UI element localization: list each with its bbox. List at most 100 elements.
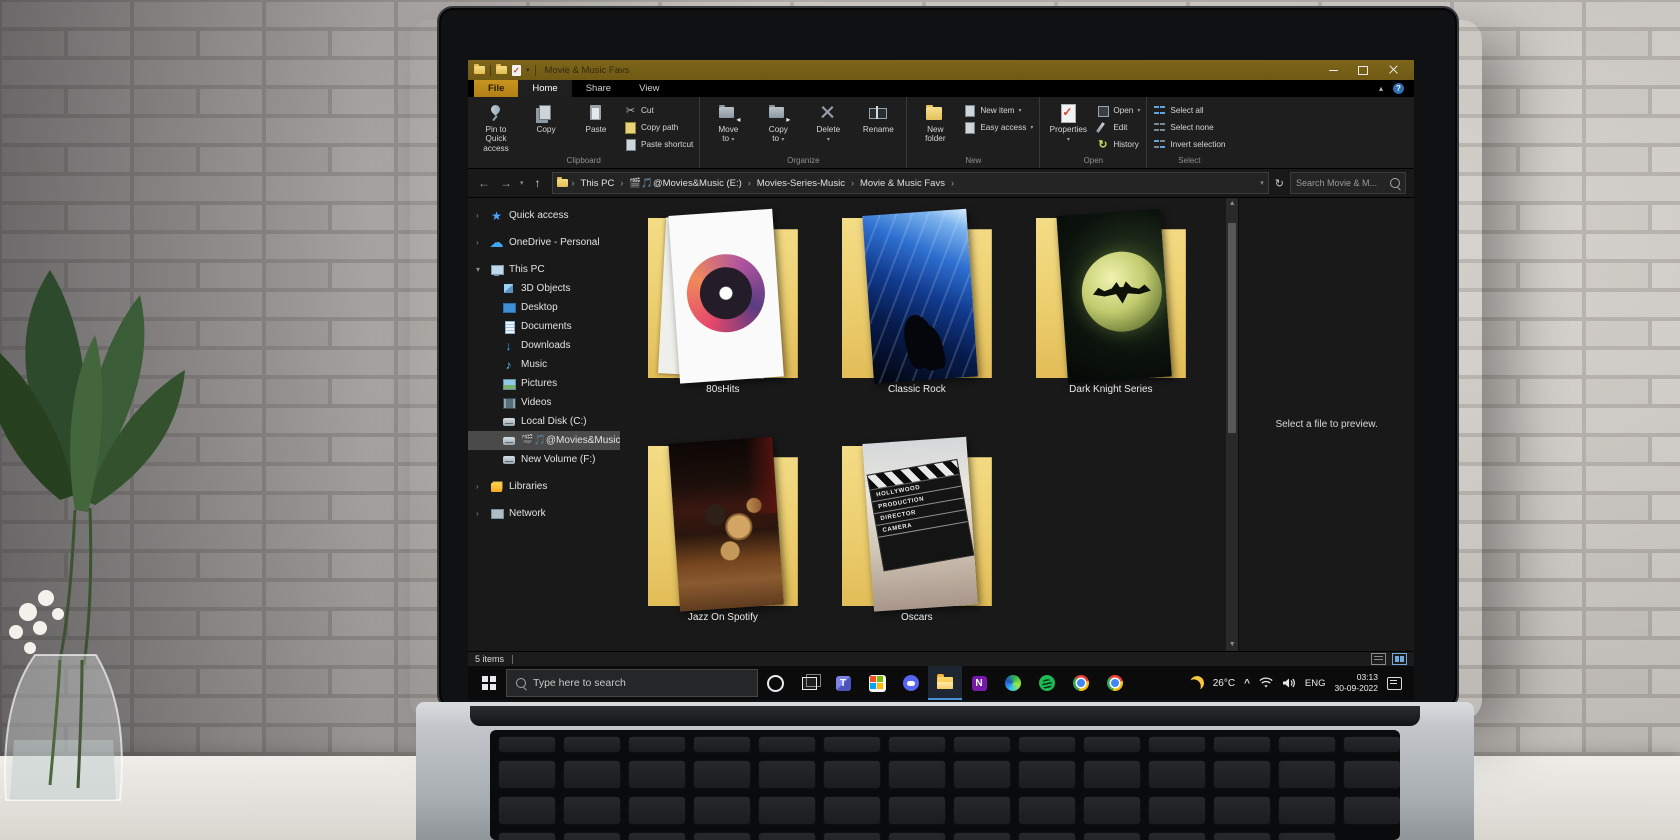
cut-button[interactable]: ✂ Cut (624, 104, 693, 117)
breadcrumb-drive[interactable]: 🎬🎵@Movies&Music (E:) (627, 178, 743, 189)
refresh-icon[interactable]: ↻ (1275, 177, 1284, 190)
qat-dropdown-icon[interactable]: ▾ (526, 66, 530, 74)
address-bar[interactable]: › This PC › 🎬🎵@Movies&Music (E:) › Movie… (551, 172, 1269, 194)
taskbar-search-input[interactable]: Type here to search (506, 669, 758, 697)
new-item-button[interactable]: New item ▾ (963, 104, 1033, 117)
collapse-ribbon-icon[interactable]: ▴ (1379, 84, 1383, 93)
qat-properties-icon[interactable] (512, 64, 521, 76)
sidebar-item-desktop[interactable]: Desktop (468, 298, 620, 317)
easy-access-icon (963, 121, 976, 134)
recent-locations-icon[interactable]: ▾ (520, 179, 524, 187)
scrollbar-thumb[interactable] (1228, 223, 1237, 433)
sidebar-item-local-disk-c[interactable]: Local Disk (C:) (468, 412, 620, 431)
address-dropdown-icon[interactable]: ▾ (1260, 179, 1264, 187)
paste-button[interactable]: Paste (574, 100, 618, 134)
pin-to-quick-access-button[interactable]: Pin to Quick access (474, 100, 518, 153)
explorer-search-input[interactable]: Search Movie & M... (1290, 172, 1406, 194)
folder-thumbnail-clapperboard: HOLLYWOOD PRODUCTION DIRECTOR CAMERA (862, 436, 978, 612)
breadcrumb-this-pc[interactable]: This PC (579, 178, 617, 189)
file-explorer-button[interactable] (928, 666, 962, 700)
expander-icon[interactable]: › (476, 238, 484, 247)
new-folder-button[interactable]: New folder (913, 100, 957, 144)
notification-center-icon[interactable] (1387, 676, 1402, 690)
sidebar-item-this-pc[interactable]: ▾ This PC (468, 260, 620, 279)
volume-icon[interactable] (1282, 677, 1296, 689)
network-icon (490, 507, 504, 520)
invert-selection-button[interactable]: Invert selection (1153, 138, 1225, 151)
weather-temperature[interactable]: 26°C (1213, 678, 1235, 689)
chrome-button[interactable] (1064, 666, 1098, 700)
qat-folder-icon[interactable] (474, 64, 485, 74)
qat-folder-icon-2[interactable] (496, 64, 507, 74)
folder-jazz-on-spotify[interactable]: Jazz On Spotify (647, 436, 798, 630)
sidebar-item-3d-objects[interactable]: 3D Objects (468, 279, 620, 298)
edit-button[interactable]: Edit (1096, 121, 1140, 134)
cortana-button[interactable] (758, 666, 792, 700)
edge-button[interactable] (996, 666, 1030, 700)
discord-button[interactable] (894, 666, 928, 700)
vertical-scrollbar[interactable]: ▲ ▼ (1226, 198, 1239, 651)
expander-icon[interactable]: ▾ (476, 265, 484, 274)
delete-button[interactable]: Delete ▾ (806, 100, 850, 144)
language-indicator[interactable]: ENG (1305, 678, 1326, 689)
minimize-button[interactable] (1318, 60, 1348, 80)
easy-access-button[interactable]: Easy access ▾ (963, 121, 1033, 134)
sidebar-item-new-volume-f[interactable]: New Volume (F:) (468, 450, 620, 469)
copy-button[interactable]: Copy (524, 100, 568, 134)
scroll-up-icon[interactable]: ▲ (1229, 199, 1236, 209)
select-all-button[interactable]: Select all (1153, 104, 1225, 117)
tab-view[interactable]: View (625, 80, 673, 97)
tab-file[interactable]: File (474, 80, 519, 97)
browser-button[interactable] (1098, 666, 1132, 700)
maximize-button[interactable] (1348, 60, 1378, 80)
sidebar-item-videos[interactable]: Videos (468, 393, 620, 412)
folder-dark-knight-series[interactable]: Dark Knight Series (1035, 208, 1186, 402)
wifi-icon[interactable] (1259, 677, 1273, 689)
microsoft-store-button[interactable] (860, 666, 894, 700)
taskbar-clock[interactable]: 03:13 30-09-2022 (1335, 672, 1378, 693)
select-none-button[interactable]: Select none (1153, 121, 1225, 134)
folder-oscars[interactable]: HOLLYWOOD PRODUCTION DIRECTOR CAMERA Osc… (841, 436, 992, 630)
large-icons-view-icon[interactable] (1392, 653, 1407, 665)
teams-button[interactable] (826, 666, 860, 700)
sidebar-item-onedrive[interactable]: › ☁ OneDrive - Personal (468, 233, 620, 252)
expander-icon[interactable]: › (476, 482, 484, 491)
breadcrumb-movies-series-music[interactable]: Movies-Series-Music (755, 178, 847, 189)
tab-share[interactable]: Share (572, 80, 625, 97)
sidebar-item-quick-access[interactable]: › ★ Quick access (468, 206, 620, 225)
close-button[interactable] (1378, 60, 1408, 80)
folder-classic-rock[interactable]: Classic Rock (841, 208, 992, 402)
folder-80shits[interactable]: 80sHits (647, 208, 798, 402)
sidebar-item-libraries[interactable]: › Libraries (468, 477, 620, 496)
sidebar-item-downloads[interactable]: ↓ Downloads (468, 336, 620, 355)
history-button[interactable]: History (1096, 138, 1140, 151)
back-icon[interactable]: ← (476, 176, 492, 190)
show-hidden-icons-chevron[interactable]: ^ (1244, 678, 1250, 689)
onenote-button[interactable]: N (962, 666, 996, 700)
start-button[interactable] (472, 666, 506, 700)
sidebar-item-network[interactable]: › Network (468, 504, 620, 523)
tab-home[interactable]: Home (518, 80, 572, 97)
expander-icon[interactable]: › (476, 509, 484, 518)
move-to-button[interactable]: ◂ Move to ▾ (706, 100, 750, 144)
sidebar-item-documents[interactable]: Documents (468, 317, 620, 336)
help-icon[interactable]: ? (1393, 83, 1404, 94)
expander-icon[interactable]: › (476, 211, 484, 220)
forward-icon[interactable]: → (498, 176, 514, 190)
task-view-button[interactable] (792, 666, 826, 700)
paste-shortcut-button[interactable]: Paste shortcut (624, 138, 693, 151)
up-icon[interactable]: ↑ (530, 176, 546, 190)
copy-path-button[interactable]: Copy path (624, 121, 693, 134)
night-light-moon-icon[interactable] (1188, 674, 1205, 691)
open-button[interactable]: Open ▾ (1096, 104, 1140, 117)
details-view-icon[interactable] (1371, 653, 1386, 665)
properties-button[interactable]: Properties▾ (1046, 100, 1090, 144)
scroll-down-icon[interactable]: ▼ (1229, 640, 1236, 650)
sidebar-item-movies-music-e[interactable]: 🎬🎵@Movies&Music (E:) (468, 431, 620, 450)
copy-to-button[interactable]: ▸ Copy to ▾ (756, 100, 800, 144)
spotify-button[interactable] (1030, 666, 1064, 700)
sidebar-item-music[interactable]: ♪ Music (468, 355, 620, 374)
breadcrumb-movie-music-favs[interactable]: Movie & Music Favs (858, 178, 947, 189)
sidebar-item-pictures[interactable]: Pictures (468, 374, 620, 393)
rename-button[interactable]: Rename (856, 100, 900, 134)
